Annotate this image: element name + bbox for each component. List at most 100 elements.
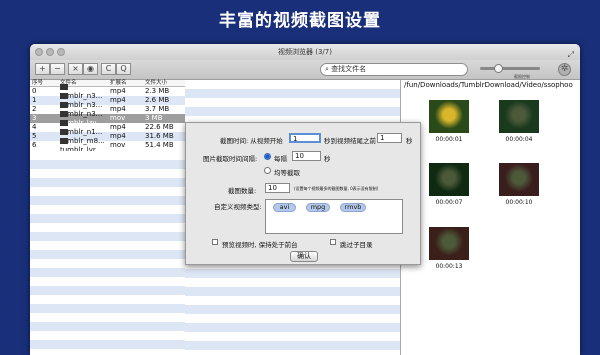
- capture-time-label: 截图时间: 从视频开始: [220, 137, 283, 145]
- frame-image: [429, 100, 469, 133]
- toolbar-buttons: + − × ◉ C Q: [35, 63, 131, 75]
- search-input[interactable]: ⌕ 查找文件名: [320, 63, 468, 76]
- refresh-button[interactable]: C: [101, 63, 116, 75]
- eye-icon: ◉: [87, 64, 94, 73]
- start-seconds-input[interactable]: 1: [289, 133, 321, 143]
- row-ext: mp4: [110, 105, 126, 113]
- row-ext: mp4: [110, 132, 126, 140]
- slider-track: [480, 67, 540, 70]
- video-types-field[interactable]: avi mpg rmvb: [265, 199, 403, 234]
- row-index: 5: [32, 132, 37, 140]
- seconds-unit: 秒: [406, 137, 413, 145]
- clear-button[interactable]: ×: [68, 63, 83, 75]
- types-label: 自定义视频类型:: [214, 203, 262, 211]
- type-tag[interactable]: avi: [273, 203, 296, 212]
- app-window: 视频浏览器 (3/7) ⤢ + − × ◉ C Q ⌕ 查找文件名 截图控制 ✲…: [30, 44, 580, 355]
- banner-title: 丰富的视频截图设置: [219, 11, 381, 31]
- video-thumbnail-icon: [60, 83, 68, 90]
- even-label: 均等截取: [274, 169, 300, 177]
- preview-panel: /fun/Downloads/TumblrDownload/Video/ssop…: [400, 80, 580, 355]
- frame-time: 00:00:13: [435, 263, 463, 270]
- file-list: 序号 文件名 扩展名 文件大小 0 tumblr_n3... mp4 2.3 MB 1 t…: [30, 80, 185, 355]
- video-thumbnail-icon: [60, 137, 68, 144]
- remove-icon: −: [54, 64, 61, 73]
- row-index: 2: [32, 105, 37, 113]
- frame-time: 00:00:10: [505, 199, 533, 206]
- type-tag[interactable]: rmvb: [340, 203, 366, 212]
- thumbnail-size-slider[interactable]: 截图控制: [474, 64, 554, 79]
- empty-rows: [30, 151, 185, 355]
- count-input[interactable]: 10: [265, 183, 290, 193]
- search-text: 查找文件名: [331, 65, 367, 73]
- video-thumbnail-icon: [60, 119, 68, 126]
- frame-time: 00:00:04: [505, 136, 533, 143]
- video-thumbnail-icon: [60, 92, 68, 99]
- end-seconds-input[interactable]: 1: [377, 133, 402, 143]
- row-ext: mp4: [110, 96, 126, 104]
- add-button[interactable]: +: [35, 63, 50, 75]
- header-ext[interactable]: 扩展名: [110, 80, 145, 86]
- preview-button[interactable]: ◉: [83, 63, 98, 75]
- row-index: 0: [32, 87, 37, 95]
- skip-subdir-label: 跳过子目录: [340, 241, 373, 249]
- type-tag[interactable]: mpg: [306, 203, 330, 212]
- frame-image: [499, 163, 539, 196]
- minimize-window-button[interactable]: [46, 48, 54, 56]
- row-ext: mov: [110, 141, 126, 149]
- frame-thumbnail[interactable]: 00:00:13: [429, 227, 469, 270]
- row-size: 51.4 MB: [145, 141, 174, 149]
- search-icon: Q: [120, 64, 127, 73]
- ok-button[interactable]: 确认: [290, 251, 318, 262]
- header-index[interactable]: 序号: [30, 80, 60, 86]
- header-size[interactable]: 文件大小: [145, 80, 185, 86]
- frame-time: 00:00:07: [435, 199, 463, 206]
- remove-button[interactable]: −: [50, 63, 65, 75]
- title-bar: 视频浏览器 (3/7) ⤢: [30, 44, 580, 60]
- count-hint: (设置每个视频最多的截图数量, 0表示没有限制): [294, 186, 379, 191]
- row-size: 22.6 MB: [145, 123, 174, 131]
- frame-image: [429, 163, 469, 196]
- interval-unit: 秒: [324, 155, 331, 163]
- video-thumbnail-icon: [60, 110, 68, 117]
- frame-thumbnail[interactable]: 00:00:10: [499, 163, 539, 206]
- count-label: 截图数量:: [228, 187, 257, 195]
- search-glass-icon: ⌕: [325, 65, 329, 73]
- row-size: 2.3 MB: [145, 87, 170, 95]
- frame-thumbnail[interactable]: 00:00:07: [429, 163, 469, 206]
- window-title: 视频浏览器 (3/7): [278, 48, 332, 56]
- every-label: 每隔: [274, 155, 287, 163]
- keep-front-label: 预览视频时, 保持处于前台: [222, 241, 298, 249]
- file-row[interactable]: 6 tumblr_lvr... mov 51.4 MB: [30, 137, 185, 154]
- gear-icon[interactable]: ✲: [558, 63, 571, 76]
- keep-front-checkbox[interactable]: [212, 239, 218, 245]
- capture-settings-dialog: 截图时间: 从视频开始 1 秒到视频结尾之前 1 秒 图片截取时间间隔: 每隔 …: [185, 122, 421, 265]
- row-size: 3.7 MB: [145, 105, 170, 113]
- row-size: 2.6 MB: [145, 96, 170, 104]
- row-size: 31.6 MB: [145, 132, 174, 140]
- row-index: 6: [32, 141, 37, 149]
- main-content: 序号 文件名 扩展名 文件大小 0 tumblr_n3... mp4 2.3 MB 1 t…: [30, 80, 580, 355]
- slider-knob[interactable]: [494, 64, 503, 73]
- frame-thumbnail[interactable]: 00:00:04: [499, 100, 539, 143]
- interval-radio[interactable]: [264, 153, 271, 160]
- frame-time: 00:00:01: [435, 136, 463, 143]
- zoom-window-button[interactable]: [57, 48, 65, 56]
- row-ext: mov: [110, 114, 126, 122]
- refresh-icon: C: [105, 64, 112, 73]
- row-index: 4: [32, 123, 37, 131]
- frame-thumbnail[interactable]: 00:00:01: [429, 100, 469, 143]
- close-icon: ×: [72, 64, 79, 73]
- frame-image: [429, 227, 469, 260]
- close-window-button[interactable]: [35, 48, 43, 56]
- frame-image: [499, 100, 539, 133]
- row-index: 1: [32, 96, 37, 104]
- even-radio[interactable]: [264, 167, 271, 174]
- folder-path: /fun/Downloads/TumblrDownload/Video/ssop…: [404, 81, 573, 89]
- before-end-label: 秒到视频结尾之前: [324, 137, 376, 145]
- skip-subdir-checkbox[interactable]: [330, 239, 336, 245]
- video-thumbnail-icon: [60, 128, 68, 135]
- interval-input[interactable]: 10: [292, 151, 321, 161]
- add-icon: +: [39, 64, 46, 73]
- row-ext: mp4: [110, 87, 126, 95]
- find-button[interactable]: Q: [116, 63, 131, 75]
